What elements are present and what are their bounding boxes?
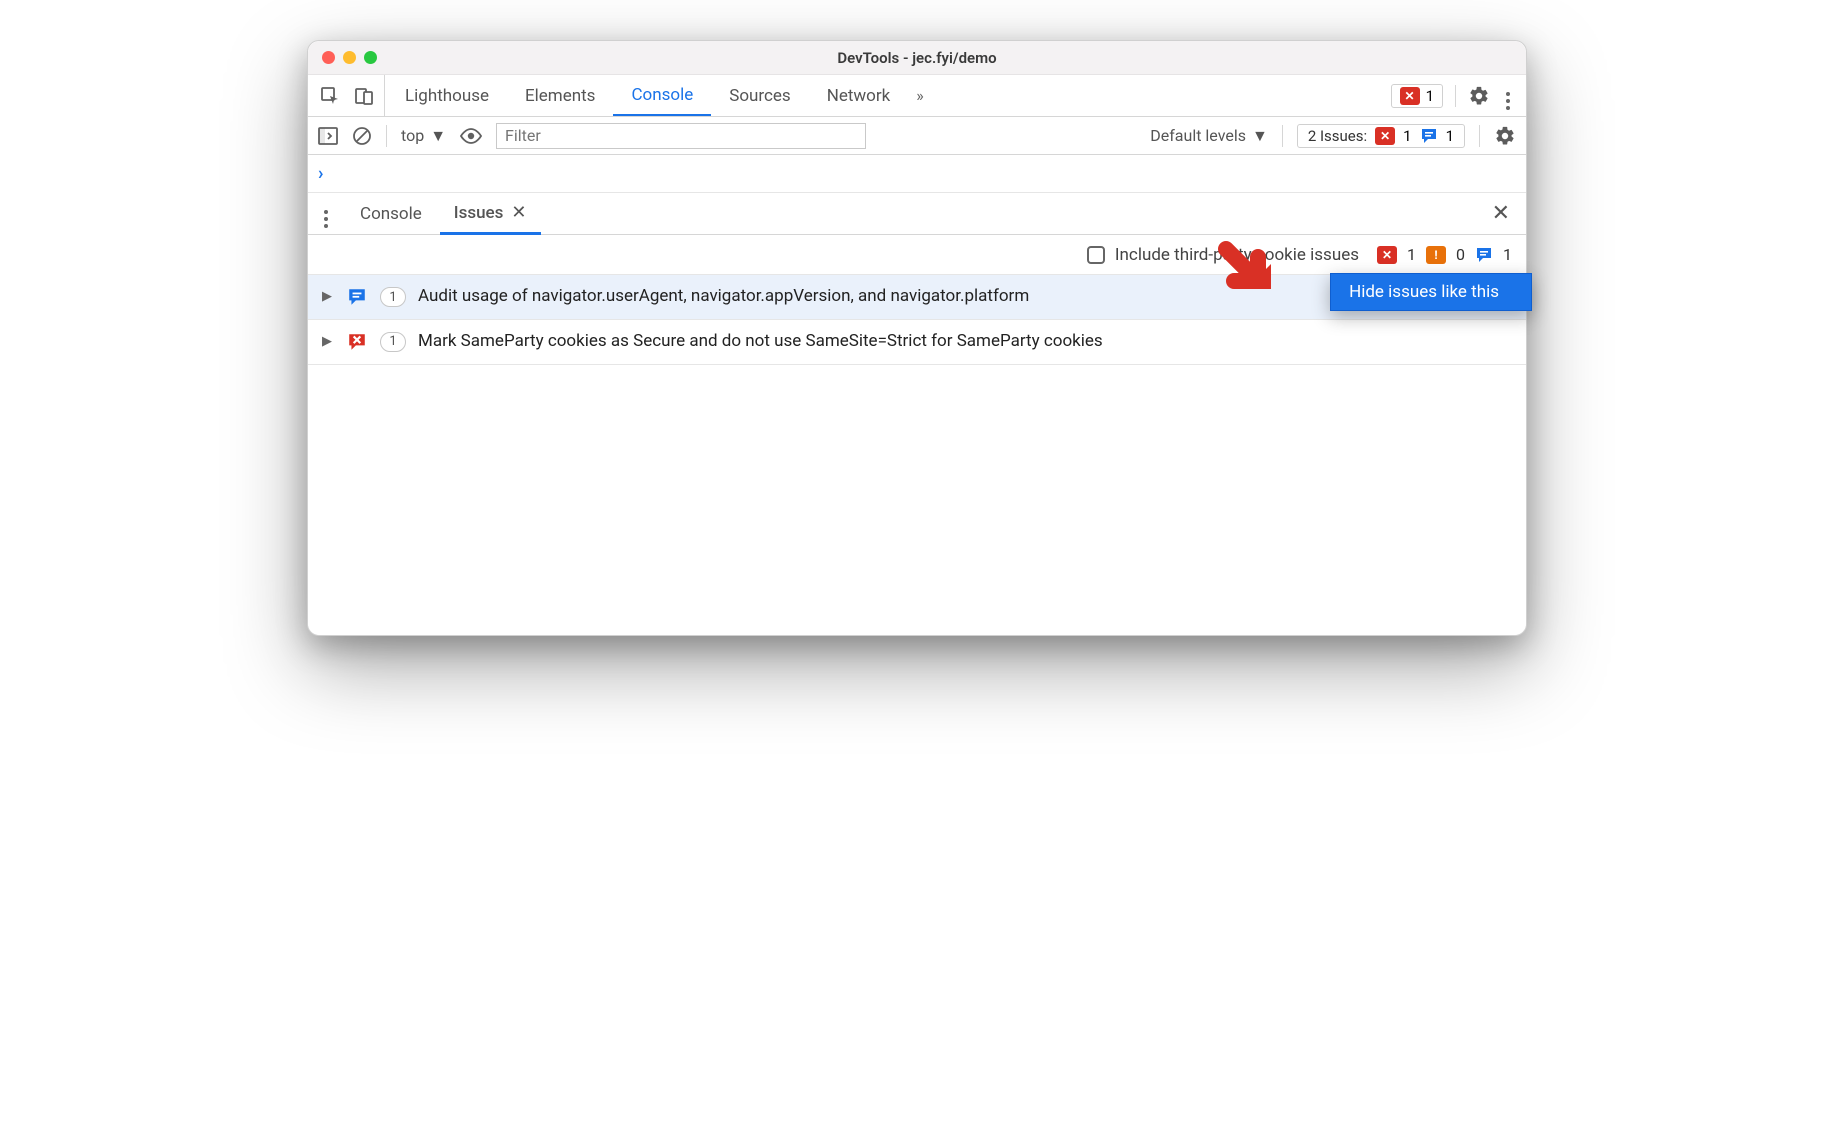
device-toolbar-icon[interactable] (354, 86, 374, 106)
drawer-tab-issues[interactable]: Issues ✕ (440, 194, 541, 235)
context-menu-hide-issues[interactable]: Hide issues like this (1331, 274, 1531, 310)
issues-list: ▶ 1 Audit usage of navigator.userAgent, … (308, 275, 1526, 635)
console-settings-icon[interactable] (1494, 125, 1516, 147)
issue-count-badge: 1 (380, 287, 406, 307)
disclosure-triangle-icon[interactable]: ▶ (322, 285, 334, 304)
info-count: 1 (1503, 245, 1512, 264)
main-tabs-row: Lighthouse Elements Console Sources Netw… (308, 75, 1526, 117)
warning-icon: ! (1426, 246, 1446, 264)
dropdown-triangle-icon: ▼ (430, 126, 446, 146)
issues-count-summary: ✕ 1 ! 0 1 (1377, 245, 1512, 264)
settings-icon[interactable] (1468, 85, 1490, 107)
error-count-text: 1 (1426, 87, 1434, 105)
issues-summary-button[interactable]: 2 Issues: ✕ 1 1 (1297, 124, 1465, 148)
issues-error-count: 1 (1403, 127, 1411, 145)
console-sidebar-toggle-icon[interactable] (318, 127, 338, 145)
issue-row[interactable]: ▶ 1 Audit usage of navigator.userAgent, … (308, 275, 1526, 320)
log-levels-selector[interactable]: Default levels ▼ (1150, 126, 1268, 146)
annotation-arrow-icon (1216, 239, 1286, 309)
speech-bubble-icon (1475, 246, 1493, 264)
issues-filter-row: Include third-party cookie issues ✕ 1 ! … (308, 235, 1526, 275)
speech-bubble-icon (1420, 127, 1438, 145)
levels-label: Default levels (1150, 126, 1246, 145)
issues-info-count: 1 (1446, 127, 1454, 145)
issue-title: Mark SameParty cookies as Secure and do … (418, 330, 1512, 354)
error-x-icon: ✕ (1375, 127, 1395, 145)
issue-count-badge: 1 (380, 332, 406, 352)
clear-console-icon[interactable] (352, 126, 372, 146)
prompt-chevron-icon: › (318, 163, 323, 184)
error-count-badge[interactable]: ✕ 1 (1391, 84, 1443, 108)
error-count: 1 (1407, 245, 1416, 264)
checkbox-icon (1087, 246, 1105, 264)
warning-count: 0 (1456, 245, 1465, 264)
dropdown-triangle-icon: ▼ (1252, 126, 1268, 146)
drawer-close-icon[interactable]: ✕ (1486, 201, 1516, 226)
console-toolbar: top ▼ Default levels ▼ 2 Issues: ✕ 1 1 (308, 117, 1526, 155)
more-tabs-icon[interactable]: » (908, 86, 932, 105)
tab-console[interactable]: Console (613, 76, 711, 117)
drawer-tabs-row: Console Issues ✕ ✕ (308, 193, 1526, 235)
window-title: DevTools - jec.fyi/demo (308, 49, 1526, 67)
issue-row[interactable]: ▶ 1 Mark SameParty cookies as Secure and… (308, 320, 1526, 365)
context-label: top (401, 126, 424, 145)
tab-network[interactable]: Network (809, 75, 909, 116)
disclosure-triangle-icon[interactable]: ▶ (322, 330, 334, 349)
speech-bubble-icon (346, 285, 368, 307)
inspect-element-icon[interactable] (320, 86, 340, 106)
main-kebab-icon[interactable] (1502, 81, 1514, 110)
tab-lighthouse[interactable]: Lighthouse (387, 75, 507, 116)
console-filter-input[interactable] (496, 123, 866, 149)
context-menu: Hide issues like this (1330, 273, 1532, 311)
tab-elements[interactable]: Elements (507, 75, 613, 116)
window-titlebar: DevTools - jec.fyi/demo (308, 41, 1526, 75)
issues-summary-label: 2 Issues: (1308, 127, 1367, 145)
drawer-kebab-icon[interactable] (318, 199, 342, 228)
close-tab-icon[interactable]: ✕ (511, 202, 526, 223)
drawer-tab-console-label: Console (360, 204, 422, 224)
error-x-icon (346, 330, 368, 352)
devtools-window: DevTools - jec.fyi/demo Lighthouse Eleme… (307, 40, 1527, 636)
error-x-icon: ✕ (1400, 87, 1420, 105)
error-x-icon: ✕ (1377, 246, 1397, 264)
live-expression-eye-icon[interactable] (460, 128, 482, 144)
drawer-tab-issues-label: Issues (454, 203, 504, 223)
drawer-tab-console[interactable]: Console (346, 193, 436, 234)
console-prompt-area[interactable]: › (308, 155, 1526, 193)
tab-sources[interactable]: Sources (711, 75, 808, 116)
execution-context-selector[interactable]: top ▼ (401, 126, 446, 146)
